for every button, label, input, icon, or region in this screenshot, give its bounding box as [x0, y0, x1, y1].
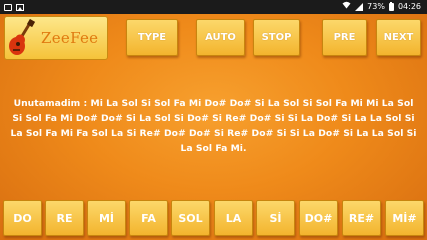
note-key-do-sharp[interactable]: DO#	[299, 200, 338, 236]
guitar-icon	[7, 18, 37, 57]
note-key-mi-sharp[interactable]: Mİ#	[385, 200, 424, 236]
note-key-sol[interactable]: SOL	[171, 200, 210, 236]
battery-percent: 73%	[367, 2, 385, 11]
stop-button[interactable]: STOP	[253, 19, 300, 56]
type-button[interactable]: TYPE	[126, 19, 178, 56]
note-key-la[interactable]: LA	[214, 200, 253, 236]
notification-square-icon	[4, 3, 12, 11]
note-key-si[interactable]: Sİ	[256, 200, 295, 236]
status-bar-left	[4, 0, 24, 14]
photo-icon	[16, 3, 24, 11]
note-key-re[interactable]: RE	[45, 200, 84, 236]
status-bar: 73% 04:26	[0, 0, 427, 14]
song-notes-text: Unutamadim : Mi La Sol Si Sol Fa Mi Do# …	[10, 98, 417, 154]
note-key-fa[interactable]: FA	[129, 200, 168, 236]
signal-icon	[355, 3, 364, 11]
note-key-re-sharp[interactable]: RE#	[342, 200, 381, 236]
auto-button[interactable]: AUTO	[196, 19, 245, 56]
note-key-mi[interactable]: Mİ	[87, 200, 126, 236]
status-bar-right: 73% 04:26	[342, 0, 421, 14]
note-key-do[interactable]: DO	[3, 200, 42, 236]
app-title: ZeeFee	[41, 29, 99, 47]
clock-time: 04:26	[397, 2, 421, 11]
app-logo: ZeeFee	[4, 16, 108, 60]
wifi-icon	[342, 0, 351, 14]
battery-icon	[388, 2, 394, 11]
previous-button[interactable]: PRE	[322, 19, 367, 56]
next-button[interactable]: NEXT	[376, 19, 421, 56]
